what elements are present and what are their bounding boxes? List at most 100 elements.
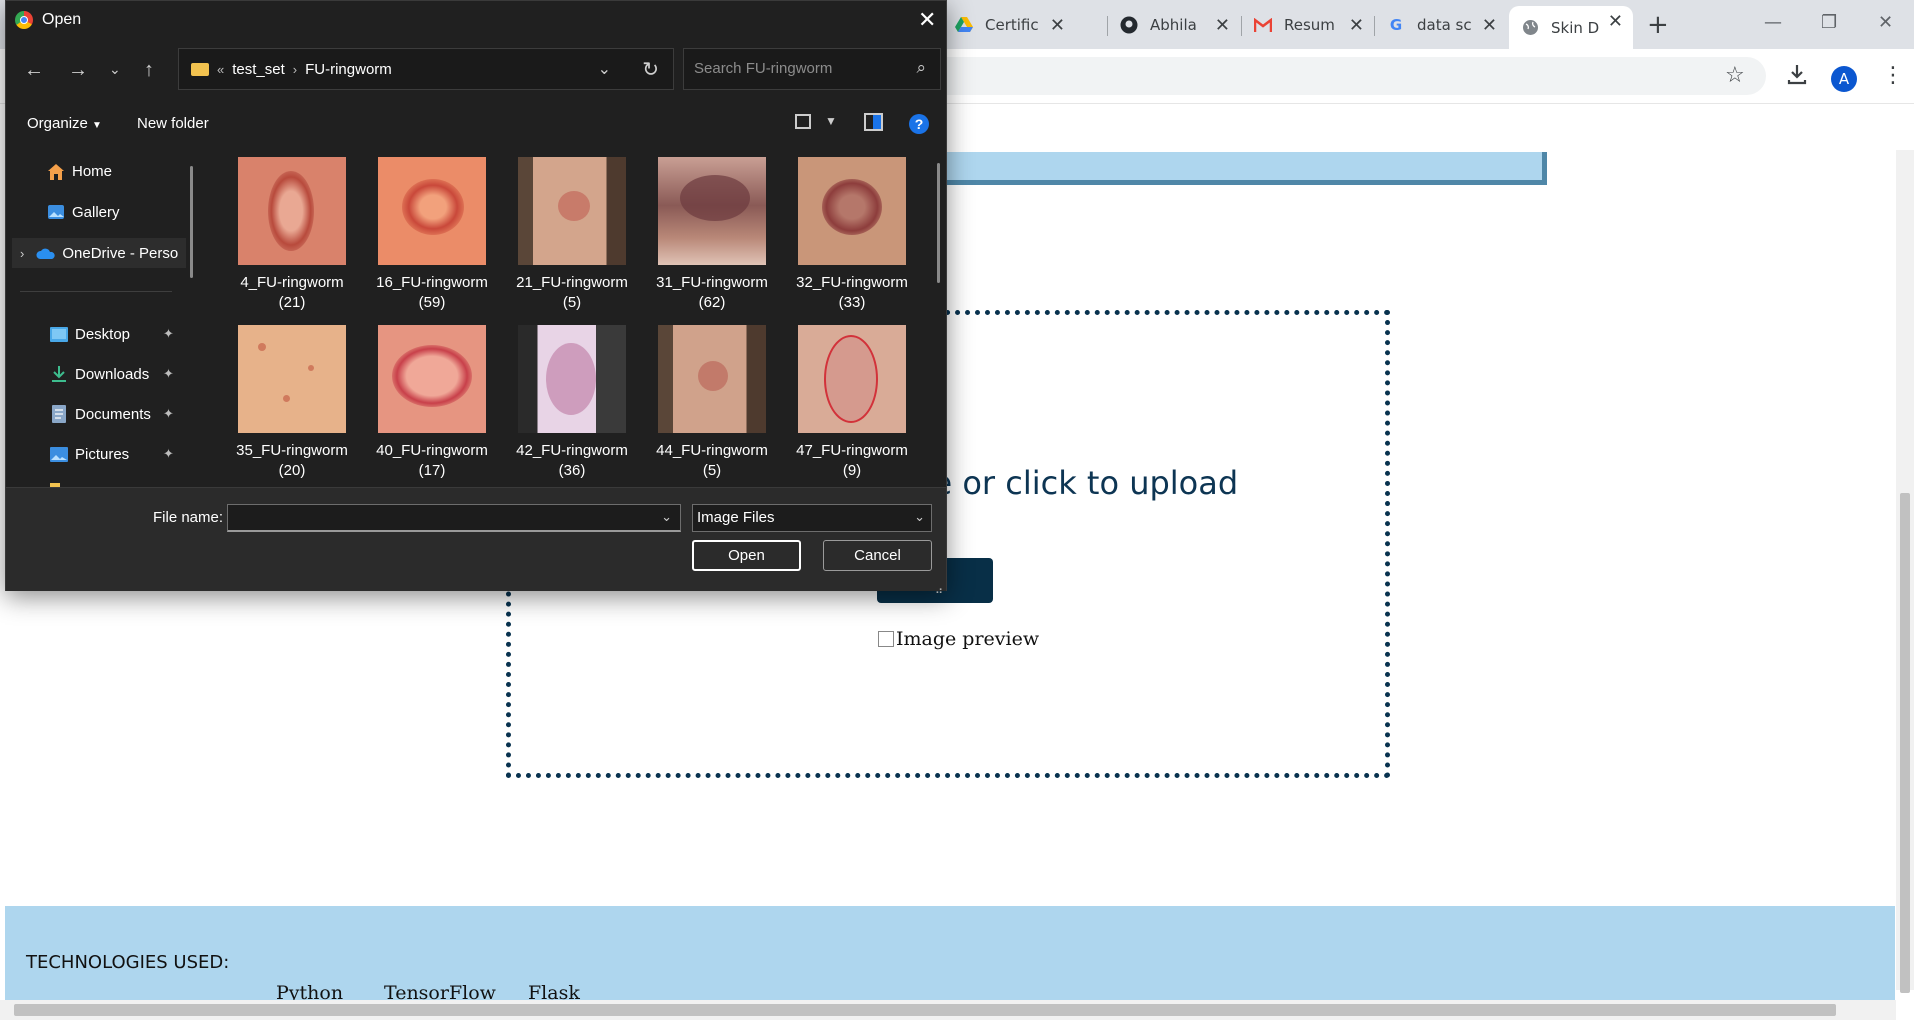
forward-arrow-icon[interactable]: →: [68, 59, 88, 82]
up-arrow-icon[interactable]: ↑: [144, 59, 154, 82]
gmail-icon: [1254, 16, 1272, 34]
preview-pane-icon[interactable]: [864, 113, 883, 131]
resize-grip-icon[interactable]: ⣠: [935, 581, 943, 594]
tab-github[interactable]: Abhila ✕: [1120, 10, 1240, 40]
nav-item-documents[interactable]: Documents ✦: [6, 399, 186, 429]
file-name: 42_FU-ringworm: [516, 442, 628, 459]
file-tile[interactable]: 4_FU-ringworm (21): [227, 153, 357, 313]
file-tile[interactable]: 32_FU-ringworm (33): [787, 153, 917, 313]
breadcrumb-fu-ringworm[interactable]: FU-ringworm: [305, 61, 392, 78]
nav-item-gallery[interactable]: Gallery: [6, 197, 186, 227]
nav-item-home[interactable]: Home: [6, 156, 186, 186]
file-count: (33): [838, 294, 866, 311]
nav-item-desktop[interactable]: Desktop ✦: [6, 319, 186, 349]
kebab-menu-icon[interactable]: ⋮: [1882, 63, 1904, 88]
file-count: (5): [562, 294, 582, 311]
file-name-label: File name:: [153, 509, 224, 526]
nav-item-label: Gallery: [72, 203, 120, 221]
github-icon: [1120, 16, 1138, 34]
documents-icon: [49, 405, 69, 423]
tab-certificates[interactable]: Certific ✕: [955, 10, 1075, 40]
file-name-input[interactable]: ⌄: [227, 504, 681, 532]
back-arrow-icon[interactable]: ←: [24, 59, 44, 82]
close-tab-icon[interactable]: ✕: [1349, 15, 1364, 36]
onedrive-icon: [36, 244, 56, 262]
breadcrumb-overflow[interactable]: «: [217, 62, 224, 77]
view-caret-icon[interactable]: ▼: [825, 114, 837, 128]
file-tile[interactable]: 40_FU-ringworm (17): [367, 321, 497, 481]
expand-chevron-icon[interactable]: ›: [20, 246, 24, 261]
nav-divider: [20, 291, 172, 292]
broken-image-icon: [878, 631, 894, 647]
minimize-icon[interactable]: —: [1764, 12, 1782, 33]
dialog-search-input[interactable]: Search FU-ringworm ⌕: [683, 48, 941, 90]
tab-divider: [1241, 16, 1242, 36]
organize-button[interactable]: Organize ▼: [27, 115, 102, 132]
close-tab-icon[interactable]: ✕: [1215, 15, 1230, 36]
dialog-close-icon[interactable]: ✕: [918, 7, 936, 33]
tab-google-search[interactable]: G data sc ✕: [1387, 10, 1507, 40]
new-folder-button[interactable]: New folder: [137, 115, 209, 132]
dialog-title: Open: [42, 11, 82, 28]
dialog-command-bar: Organize ▼ New folder ▼ ?: [6, 105, 946, 143]
close-tab-icon[interactable]: ✕: [1050, 15, 1065, 36]
file-tile[interactable]: 31_FU-ringworm (62): [647, 153, 777, 313]
profile-avatar[interactable]: A: [1831, 66, 1857, 92]
ringworm-thumbnail: [658, 157, 766, 265]
cancel-button[interactable]: Cancel: [823, 540, 932, 571]
tab-label: Certific: [985, 16, 1039, 34]
pin-icon[interactable]: ✦: [163, 446, 174, 462]
file-tile[interactable]: 21_FU-ringworm (5): [507, 153, 637, 313]
file-name: 47_FU-ringworm: [796, 442, 908, 459]
pin-icon[interactable]: ✦: [163, 366, 174, 382]
tab-label: Abhila: [1150, 16, 1197, 34]
file-name: 44_FU-ringworm: [656, 442, 768, 459]
page-vertical-scroll-thumb[interactable]: [1900, 493, 1910, 993]
tab-label: Skin D: [1551, 18, 1600, 37]
tab-label: Resum: [1284, 16, 1335, 34]
organize-label: Organize: [27, 115, 88, 132]
file-count: (62): [698, 294, 726, 311]
close-tab-icon[interactable]: ✕: [1482, 15, 1497, 36]
page-horizontal-scroll-thumb[interactable]: [14, 1004, 1836, 1016]
ringworm-thumbnail: [798, 157, 906, 265]
pin-icon[interactable]: ✦: [163, 326, 174, 342]
file-tile[interactable]: 35_FU-ringworm (20): [227, 321, 357, 481]
nav-pane-scrollbar[interactable]: [190, 166, 193, 278]
close-tab-icon[interactable]: ✕: [1608, 11, 1623, 32]
chevron-down-icon[interactable]: ⌄: [661, 509, 672, 525]
pin-icon[interactable]: ✦: [163, 406, 174, 422]
view-mode-icon[interactable]: [795, 114, 811, 129]
nav-item-label: Desktop: [75, 325, 131, 343]
file-tile[interactable]: 47_FU-ringworm (9): [787, 321, 917, 481]
nav-item-downloads[interactable]: Downloads ✦: [6, 359, 186, 389]
globe-icon: [1521, 19, 1539, 37]
refresh-icon[interactable]: ↻: [642, 57, 659, 82]
file-grid-scrollbar[interactable]: [937, 163, 940, 283]
breadcrumb-separator-icon: ›: [292, 61, 298, 77]
image-preview: Image preview: [878, 628, 1039, 650]
window-close-icon[interactable]: ✕: [1878, 12, 1893, 33]
tab-gmail[interactable]: Resum ✕: [1254, 10, 1374, 40]
download-icon[interactable]: [1786, 63, 1808, 91]
bookmark-star-icon[interactable]: ☆: [1725, 63, 1745, 88]
chevron-down-icon: ⌄: [914, 509, 925, 524]
open-button[interactable]: Open: [692, 540, 801, 571]
file-tile[interactable]: 42_FU-ringworm (36): [507, 321, 637, 481]
nav-item-label: Pictures: [75, 445, 130, 463]
nav-item-onedrive[interactable]: › OneDrive - Perso: [12, 238, 186, 268]
address-dropdown-icon[interactable]: ⌄: [598, 59, 611, 79]
recent-locations-chevron-icon[interactable]: ⌄: [109, 61, 121, 78]
restore-icon[interactable]: ❐: [1821, 12, 1837, 33]
file-type-select[interactable]: Image Files ⌄: [692, 504, 932, 532]
help-icon[interactable]: ?: [909, 114, 929, 134]
file-tile[interactable]: 44_FU-ringworm (5): [647, 321, 777, 481]
file-count: (21): [278, 294, 306, 311]
tab-skin-disease[interactable]: Skin D ✕: [1509, 6, 1633, 49]
new-tab-icon[interactable]: +: [1647, 10, 1669, 40]
search-icon: ⌕: [916, 58, 926, 77]
breadcrumb-test-set[interactable]: test_set: [232, 61, 285, 78]
file-tile[interactable]: 16_FU-ringworm (59): [367, 153, 497, 313]
dialog-address-bar[interactable]: « test_set › FU-ringworm ⌄ ↻: [178, 48, 674, 90]
nav-item-pictures[interactable]: Pictures ✦: [6, 439, 186, 469]
